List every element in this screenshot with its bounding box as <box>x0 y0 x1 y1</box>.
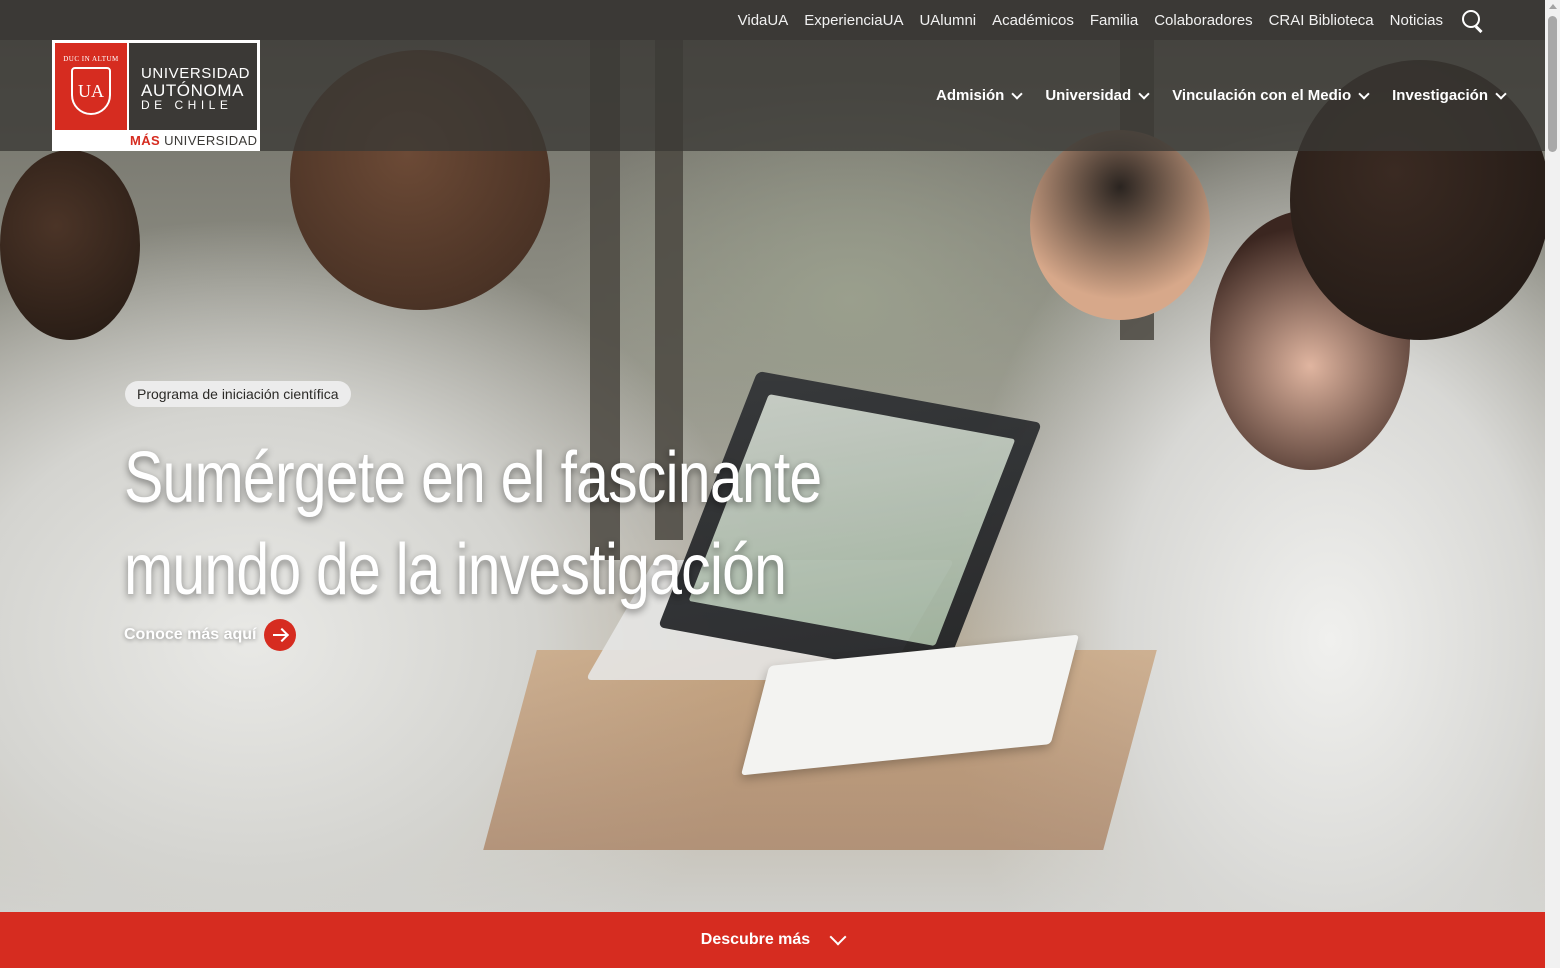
shield-icon: UA <box>71 67 111 115</box>
discover-more-label: Descubre más <box>700 931 811 948</box>
hero-cta-label: Conoce más aquí <box>124 626 257 643</box>
nav-item-vinculacion[interactable]: Vinculación con el Medio <box>1172 87 1370 104</box>
discover-more-button[interactable]: Descubre más <box>0 912 1545 968</box>
main-nav-items: Admisión Universidad Vinculación con el … <box>912 40 1507 151</box>
scroll-up-icon[interactable] <box>1549 4 1557 9</box>
nav-item-universidad[interactable]: Universidad <box>1045 87 1150 104</box>
logo-line-1: UNIVERSIDAD <box>141 65 251 82</box>
chevron-down-icon <box>1495 87 1507 100</box>
utility-link-vidaua[interactable]: VidaUA <box>738 12 789 29</box>
utility-link-academicos[interactable]: Académicos <box>992 12 1074 29</box>
hero-cta-link[interactable]: Conoce más aquí <box>124 619 297 651</box>
hero-headline: Sumérgete en el fascinante mundo de la i… <box>124 432 862 616</box>
utility-link-noticias[interactable]: Noticias <box>1390 12 1443 29</box>
nav-item-label: Vinculación con el Medio <box>1172 87 1352 104</box>
university-logo[interactable]: DUC IN ALTUM UA UNIVERSIDAD AUTÓNOMA DE … <box>52 40 260 151</box>
utility-bar: VidaUA ExperienciaUA UAlumni Académicos … <box>0 0 1545 40</box>
logo-line-3: DE CHILE <box>141 98 233 112</box>
chevron-down-icon <box>1138 87 1150 100</box>
nav-item-investigacion[interactable]: Investigación <box>1392 87 1507 104</box>
scrollbar-thumb[interactable] <box>1548 16 1557 152</box>
logo-wordmark-panel: UNIVERSIDAD AUTÓNOMA DE CHILE <box>129 43 257 130</box>
logo-monogram: UA <box>78 80 104 101</box>
logo-motto: DUC IN ALTUM <box>63 55 119 63</box>
utility-link-ualumni[interactable]: UAlumni <box>919 12 976 29</box>
logo-tagline-bold: MÁS <box>130 133 161 148</box>
chevron-down-icon <box>829 928 847 946</box>
nav-item-label: Universidad <box>1045 87 1132 104</box>
student-head <box>1030 130 1210 320</box>
logo-tagline-rest: UNIVERSIDAD <box>160 133 258 148</box>
utility-link-crai-biblioteca[interactable]: CRAI Biblioteca <box>1269 12 1374 29</box>
search-icon[interactable] <box>1461 9 1483 33</box>
chevron-down-icon <box>1011 87 1023 100</box>
hero-headline-line-1: Sumérgete en el fascinante <box>124 438 822 518</box>
logo-tagline: MÁS UNIVERSIDAD <box>130 133 257 148</box>
utility-link-experienciaua[interactable]: ExperienciaUA <box>804 12 903 29</box>
hero-headline-line-2: mundo de la investigación <box>124 530 787 610</box>
nav-item-admision[interactable]: Admisión <box>935 87 1023 104</box>
hero-tag: Programa de iniciación científica <box>125 381 351 407</box>
nav-item-label: Investigación <box>1392 87 1488 104</box>
arrow-right-icon[interactable] <box>264 619 297 651</box>
utility-link-colaboradores[interactable]: Colaboradores <box>1154 12 1252 29</box>
student-head <box>0 150 140 340</box>
nav-item-label: Admisión <box>935 87 1005 104</box>
page-scrollbar[interactable] <box>1545 0 1560 968</box>
chevron-down-icon <box>1358 87 1370 100</box>
logo-shield-panel: DUC IN ALTUM UA <box>55 43 127 130</box>
utility-link-familia[interactable]: Familia <box>1090 12 1138 29</box>
